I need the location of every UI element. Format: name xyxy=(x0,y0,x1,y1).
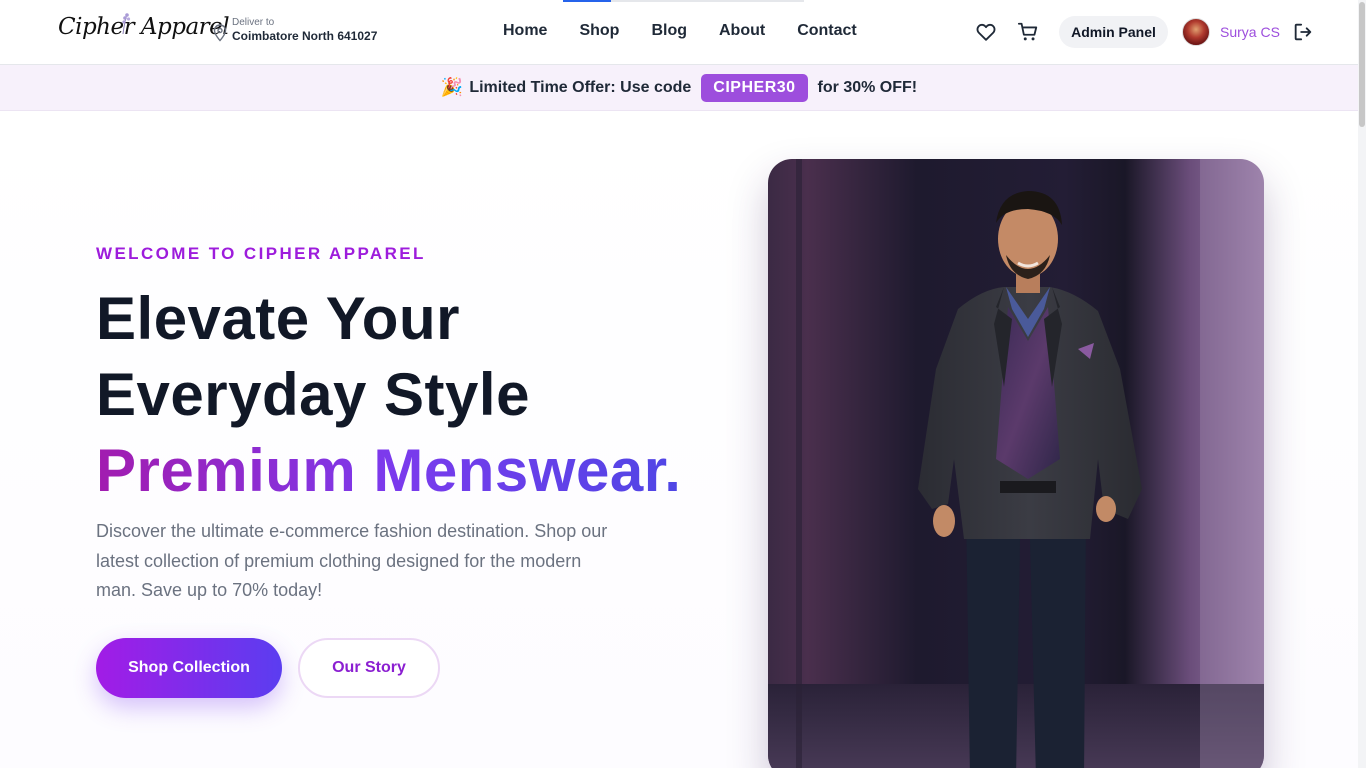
logout-icon[interactable] xyxy=(1292,21,1314,43)
main-nav: Home Shop Blog About Contact xyxy=(503,22,889,40)
nav-blog[interactable]: Blog xyxy=(651,22,687,40)
shop-collection-button[interactable]: Shop Collection xyxy=(96,638,282,698)
our-story-button[interactable]: Our Story xyxy=(298,638,440,698)
user-avatar[interactable] xyxy=(1182,18,1210,46)
hero-headline-line1: Elevate Your xyxy=(96,285,460,352)
nav-contact[interactable]: Contact xyxy=(797,22,857,40)
location-pin-icon xyxy=(213,24,227,42)
hero-section: WELCOME TO CIPHER APPAREL Elevate Your E… xyxy=(0,111,1358,768)
admin-panel-button[interactable]: Admin Panel xyxy=(1059,16,1168,48)
brand-logo[interactable]: Cipher Apparel xyxy=(58,14,230,40)
promo-tail-text: for 30% OFF! xyxy=(817,78,918,96)
promo-banner: 🎉 Limited Time Offer: Use code CIPHER30 … xyxy=(0,65,1358,111)
nav-about[interactable]: About xyxy=(719,22,765,40)
deliver-location: Coimbatore North 641027 xyxy=(232,29,378,43)
deliver-to-label: Deliver to xyxy=(232,17,275,28)
hero-headline-accent: Premium Menswear. xyxy=(96,437,682,504)
promo-code-badge[interactable]: CIPHER30 xyxy=(701,73,808,102)
scrollbar-thumb[interactable] xyxy=(1359,2,1365,127)
nav-active-indicator xyxy=(563,0,611,2)
hero-headline: Elevate Your Everyday Style Premium Mens… xyxy=(96,281,681,509)
site-header: Cipher Apparel Deliver to Coimbatore Nor… xyxy=(0,0,1366,65)
heart-icon[interactable] xyxy=(975,21,997,43)
hero-headline-line2: Everyday Style xyxy=(96,361,530,428)
hero-model-image xyxy=(768,159,1264,768)
lavender-sprig-icon xyxy=(122,13,131,34)
party-popper-icon: 🎉 xyxy=(440,77,464,97)
cart-icon[interactable] xyxy=(1017,21,1039,43)
hero-eyebrow: WELCOME TO CIPHER APPAREL xyxy=(96,244,426,263)
hero-description: Discover the ultimate e-commerce fashion… xyxy=(96,521,608,600)
page-scrollbar[interactable] xyxy=(1358,0,1366,768)
nav-home[interactable]: Home xyxy=(503,22,547,40)
promo-lead-text: Limited Time Offer: Use code xyxy=(469,78,692,96)
user-name[interactable]: Surya CS xyxy=(1220,24,1280,40)
nav-shop[interactable]: Shop xyxy=(579,22,619,40)
deliver-to-location[interactable]: Deliver to Coimbatore North 641027 xyxy=(213,17,377,44)
model-illustration xyxy=(768,159,1264,768)
